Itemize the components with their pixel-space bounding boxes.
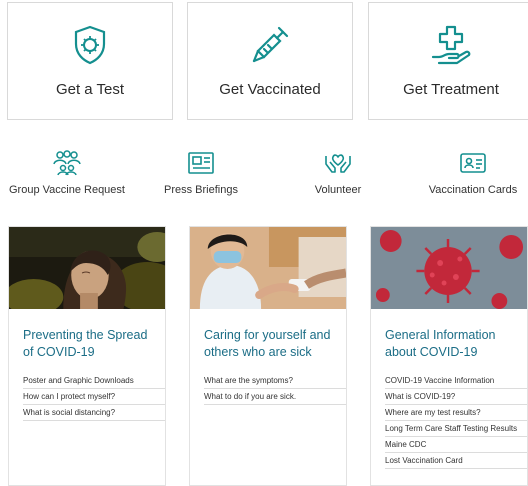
protect-myself-link[interactable]: How can I protect myself? bbox=[23, 392, 115, 401]
press-briefings-label: Press Briefings bbox=[164, 184, 238, 196]
general-info-link-list: COVID-19 Vaccine Information What is COV… bbox=[385, 373, 527, 469]
volunteer-label: Volunteer bbox=[314, 184, 362, 196]
press-briefings-link[interactable]: Press Briefings bbox=[142, 150, 260, 196]
syringe-icon bbox=[252, 26, 289, 63]
prevention-link-list: Poster and Graphic Downloads How can I p… bbox=[23, 373, 165, 421]
list-item[interactable]: What to do if you are sick. bbox=[204, 389, 346, 405]
get-a-test-label: Get a Test bbox=[55, 81, 125, 98]
caring-link-list: What are the symptoms? What to do if you… bbox=[204, 373, 346, 405]
what-is-covid-link[interactable]: What is COVID-19? bbox=[385, 392, 455, 401]
get-vaccinated-card[interactable]: Get Vaccinated bbox=[187, 2, 353, 120]
if-sick-link[interactable]: What to do if you are sick. bbox=[204, 392, 296, 401]
child-mask-sanitizer-photo bbox=[190, 227, 346, 309]
id-card-icon bbox=[460, 153, 486, 173]
list-item[interactable]: What is social distancing? bbox=[23, 405, 165, 421]
list-item[interactable]: Maine CDC bbox=[385, 437, 527, 453]
coronavirus-particles-photo bbox=[371, 227, 527, 309]
group-vaccine-request-label: Group Vaccine Request bbox=[9, 184, 125, 196]
general-info-title: General Information about COVID-19 bbox=[385, 328, 496, 359]
list-item[interactable]: What are the symptoms? bbox=[204, 373, 346, 389]
vaccine-info-link[interactable]: COVID-19 Vaccine Information bbox=[385, 376, 494, 385]
list-item[interactable]: How can I protect myself? bbox=[23, 389, 165, 405]
get-treatment-label: Get Treatment bbox=[403, 81, 499, 98]
social-distancing-link[interactable]: What is social distancing? bbox=[23, 408, 115, 417]
woman-breathing-photo bbox=[9, 227, 165, 309]
get-vaccinated-label: Get Vaccinated bbox=[219, 81, 321, 98]
hand-medical-cross-icon bbox=[431, 25, 471, 65]
maine-cdc-link[interactable]: Maine CDC bbox=[385, 440, 426, 449]
ltc-staff-testing-link[interactable]: Long Term Care Staff Testing Results bbox=[385, 424, 517, 433]
list-item[interactable]: COVID-19 Vaccine Information bbox=[385, 373, 527, 389]
list-item[interactable]: Poster and Graphic Downloads bbox=[23, 373, 165, 389]
symptoms-link[interactable]: What are the symptoms? bbox=[204, 376, 293, 385]
get-treatment-card[interactable]: Get Treatment bbox=[368, 2, 528, 120]
get-a-test-card[interactable]: Get a Test bbox=[7, 2, 173, 120]
prevention-column: Preventing the Spread of COVID-19 Poster… bbox=[8, 226, 166, 486]
vaccination-cards-label: Vaccination Cards bbox=[428, 184, 518, 196]
hands-heart-icon bbox=[325, 154, 351, 173]
vaccination-cards-link[interactable]: Vaccination Cards bbox=[420, 150, 526, 196]
poster-downloads-link[interactable]: Poster and Graphic Downloads bbox=[23, 376, 134, 385]
list-item[interactable]: Where are my test results? bbox=[385, 405, 527, 421]
shield-virus-icon bbox=[74, 25, 106, 65]
list-item[interactable]: Long Term Care Staff Testing Results bbox=[385, 421, 527, 437]
volunteer-link[interactable]: Volunteer bbox=[296, 150, 380, 196]
group-vaccine-request-link[interactable]: Group Vaccine Request bbox=[2, 150, 132, 196]
caring-title: Caring for yourself and others who are s… bbox=[204, 328, 331, 359]
list-item[interactable]: What is COVID-19? bbox=[385, 389, 527, 405]
list-item[interactable]: Lost Vaccination Card bbox=[385, 453, 527, 469]
general-info-column: General Information about COVID-19 COVID… bbox=[370, 226, 528, 486]
test-results-link[interactable]: Where are my test results? bbox=[385, 408, 481, 417]
prevention-title: Preventing the Spread of COVID-19 bbox=[23, 328, 148, 359]
newspaper-icon bbox=[188, 152, 214, 174]
group-people-icon bbox=[53, 150, 81, 176]
caring-column: Caring for yourself and others who are s… bbox=[189, 226, 347, 486]
lost-vaccination-card-link[interactable]: Lost Vaccination Card bbox=[385, 456, 463, 465]
